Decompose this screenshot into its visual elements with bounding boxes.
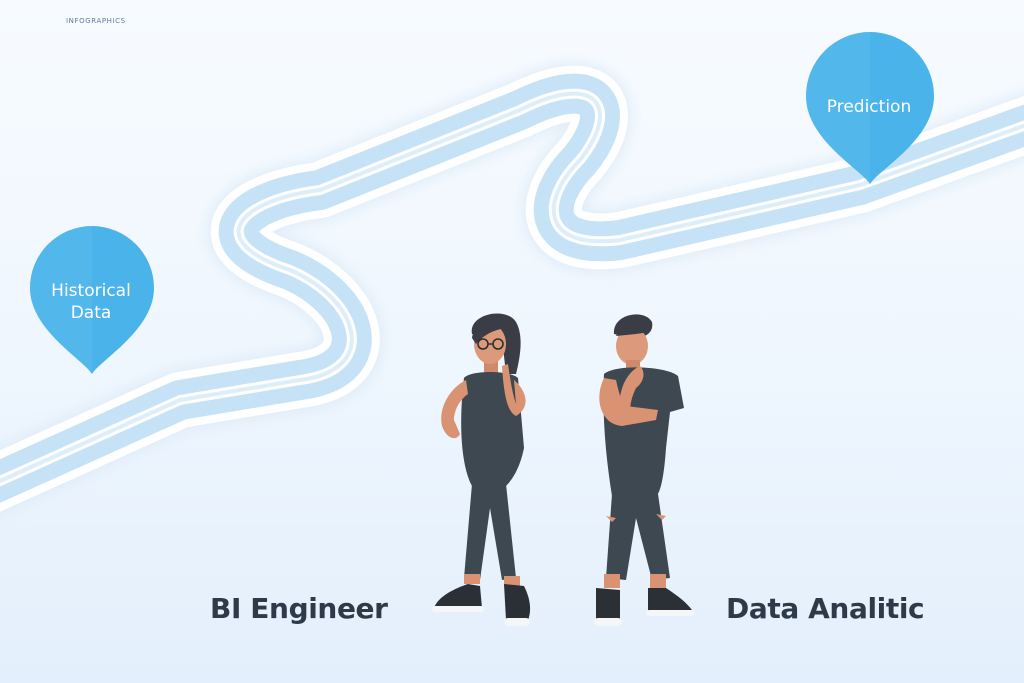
historical-line-2: Data [70,303,112,323]
prediction-label: Prediction [826,97,912,117]
data-analitic-figure [594,314,694,626]
historical-data-label: Historical Data [26,262,156,342]
bi-engineer-figure [432,313,531,626]
historical-line-1: Historical [51,281,131,301]
data-analitic-label: Data Analitic [726,592,925,625]
bi-engineer-label: BI Engineer [210,592,388,625]
infographic-canvas: INFOGRAPHICS Historical Data Prediction [0,0,1024,683]
